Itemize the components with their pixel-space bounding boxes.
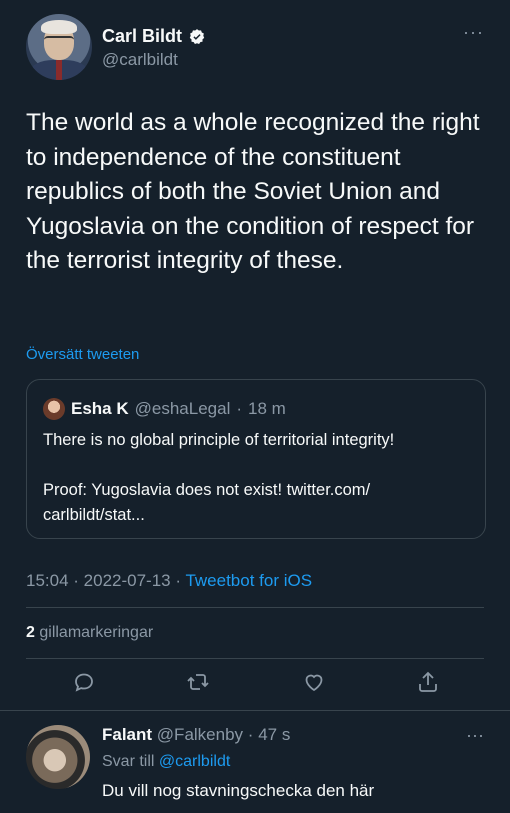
reply-text: Du vill nog stavningschecka den här [102, 781, 375, 800]
like-count-label: gillamarkeringar [39, 624, 154, 641]
author-name-row[interactable]: Carl Bildt [102, 26, 206, 47]
reply-more-icon[interactable]: ··· [466, 725, 484, 746]
retweet-icon[interactable] [186, 670, 214, 698]
reply-icon[interactable] [72, 670, 100, 698]
quoted-author-handle: @eshaLegal [134, 399, 231, 418]
tweet-date[interactable]: 2022-07-13 [84, 571, 171, 590]
reply-author-handle[interactable]: @Falkenby [157, 725, 243, 744]
quoted-time: 18 m [248, 399, 286, 418]
reply-time: 47 s [258, 725, 291, 744]
author-name[interactable]: Carl Bildt [102, 26, 182, 47]
likes-count[interactable]: 2 gillamarkeringar [26, 624, 153, 642]
quoted-author-avatar [43, 398, 65, 420]
more-icon[interactable]: ··· [463, 22, 484, 43]
reply-header: Falant @Falkenby · 47 s [102, 725, 290, 745]
dot-separator: · [236, 399, 243, 418]
verified-badge-icon [189, 28, 205, 44]
tweet-source[interactable]: Tweetbot for iOS [185, 571, 312, 590]
author-avatar[interactable] [26, 14, 92, 80]
share-icon[interactable] [416, 670, 444, 698]
reply-author-name[interactable]: Falant [102, 725, 152, 744]
quoted-line: carlbildt/stat... [43, 506, 145, 524]
tweet-time[interactable]: 15:04 [26, 571, 69, 590]
quoted-tweet-header: Esha K @eshaLegal · 18 m [43, 398, 286, 420]
reply-to-prefix: Svar till [102, 753, 155, 770]
quoted-tweet-text: There is no global principle of territor… [43, 428, 473, 528]
reply-author-avatar[interactable] [26, 725, 90, 789]
quoted-line: There is no global principle of territor… [43, 431, 395, 449]
tweet-text: The world as a whole recognized the righ… [26, 109, 480, 274]
quoted-author-name: Esha K [71, 399, 129, 418]
divider [26, 658, 484, 659]
reply-to: Svar till @carlbildt [102, 753, 230, 771]
translate-link[interactable]: Översätt tweeten [26, 346, 139, 363]
tweet-header: Carl Bildt @carlbildt ··· [26, 14, 484, 82]
quoted-tweet[interactable]: Esha K @eshaLegal · 18 m There is no glo… [26, 379, 486, 539]
like-count-number: 2 [26, 624, 35, 641]
reply-tweet[interactable]: Falant @Falkenby · 47 s ··· Svar till @c… [0, 710, 510, 813]
dot-separator: · [247, 725, 254, 744]
action-bar [0, 670, 510, 702]
tweet-meta: 15:04 · 2022-07-13 · Tweetbot for iOS [26, 571, 313, 590]
quoted-line: Proof: Yugoslavia does not exist! twitte… [43, 481, 371, 499]
reply-to-handle[interactable]: @carlbildt [159, 753, 230, 770]
author-handle[interactable]: @carlbildt [102, 50, 178, 70]
like-icon[interactable] [302, 670, 330, 698]
divider [26, 607, 484, 608]
